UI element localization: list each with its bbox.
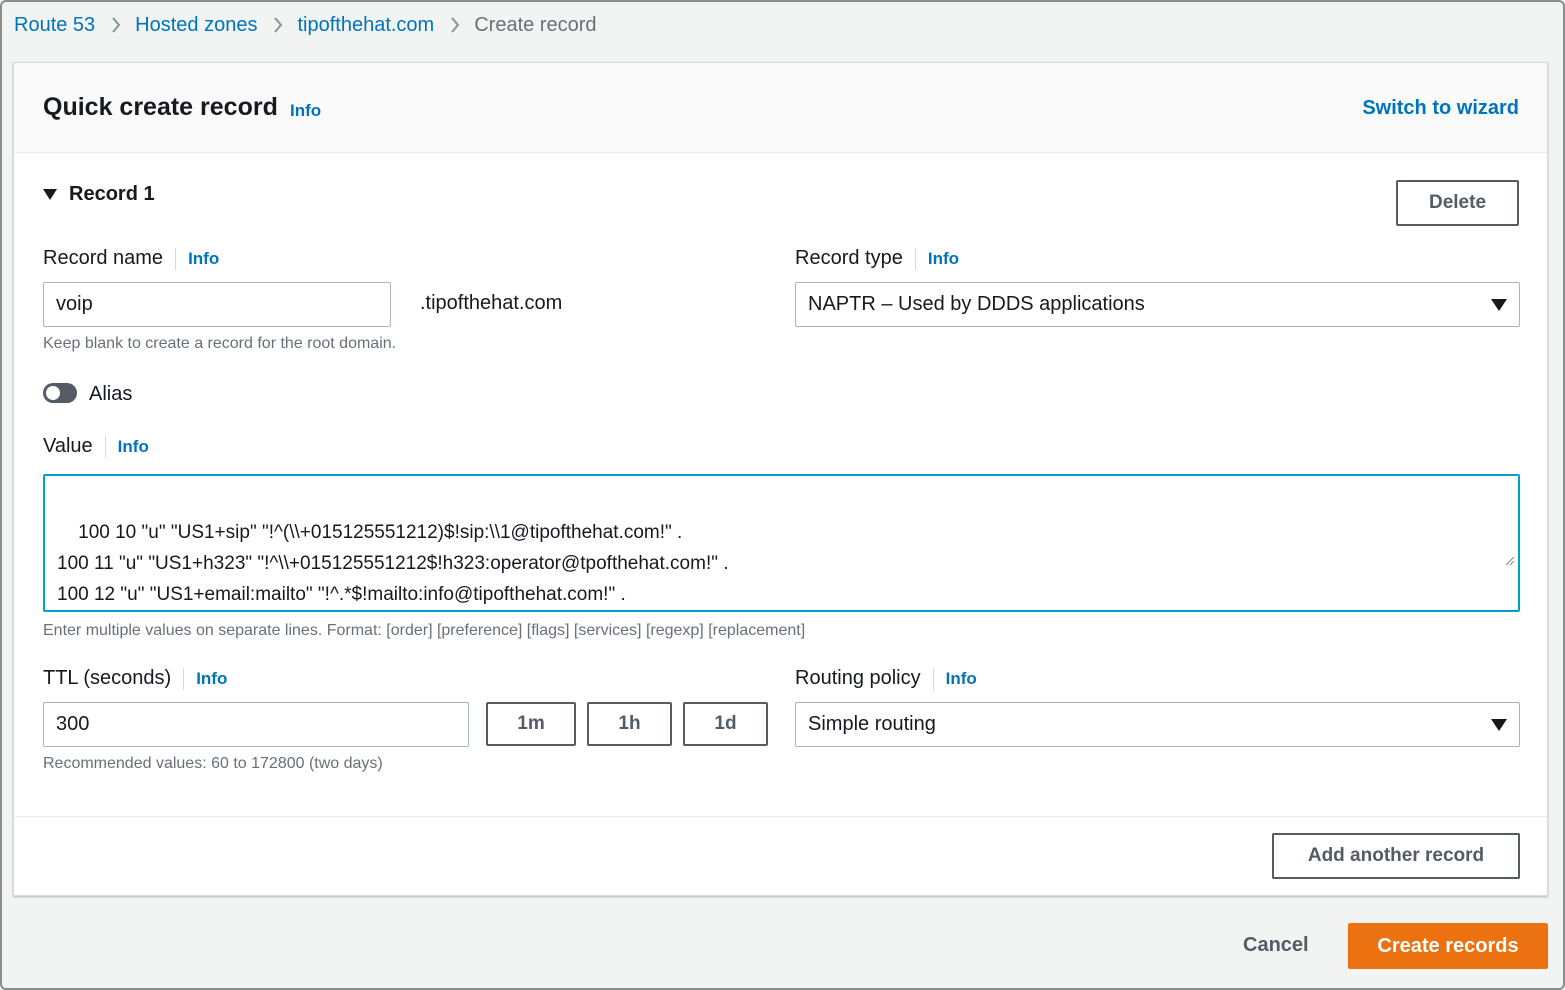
value-label-row: Value Info <box>43 435 149 458</box>
ttl-label: TTL (seconds) <box>43 667 172 689</box>
divider <box>175 247 177 270</box>
divider <box>914 247 916 270</box>
alias-label: Alias <box>89 383 133 405</box>
value-label: Value <box>43 435 93 457</box>
ttl-input[interactable]: 300 <box>43 702 469 747</box>
quick-create-card: Quick create record Info Switch to wizar… <box>13 62 1548 896</box>
record-name-label-row: Record name Info <box>43 247 219 270</box>
alias-toggle[interactable] <box>43 383 77 403</box>
routing-label: Routing policy <box>795 667 921 689</box>
ttl-1m-button[interactable]: 1m <box>486 702 576 746</box>
create-records-button[interactable]: Create records <box>1348 923 1548 969</box>
routing-info-link[interactable]: Info <box>946 669 977 689</box>
resize-grip-icon[interactable] <box>1471 514 1515 607</box>
record-name-input[interactable]: voip <box>43 282 391 327</box>
record-type-value: NAPTR – Used by DDDS applications <box>808 293 1145 315</box>
switch-to-wizard-link[interactable]: Switch to wizard <box>1362 97 1519 120</box>
record-heading: Record 1 <box>69 183 155 205</box>
record-type-label-row: Record type Info <box>795 247 959 270</box>
card-header: Quick create record Info Switch to wizar… <box>14 63 1547 153</box>
value-textarea[interactable]: 100 10 "u" "US1+sip" "!^(\\+015125551212… <box>43 474 1520 612</box>
chevron-right-icon <box>450 17 460 33</box>
record-type-info-link[interactable]: Info <box>928 249 959 269</box>
divider <box>932 667 934 690</box>
breadcrumb-current: Create record <box>474 13 597 36</box>
divider <box>14 816 1547 817</box>
routing-policy-value: Simple routing <box>808 713 936 735</box>
ttl-label-row: TTL (seconds) Info <box>43 667 227 690</box>
record-type-select[interactable]: NAPTR – Used by DDDS applications <box>795 282 1520 327</box>
delete-button[interactable]: Delete <box>1396 180 1519 226</box>
caret-down-icon <box>43 183 57 206</box>
value-text: 100 10 "u" "US1+sip" "!^(\\+015125551212… <box>57 522 729 605</box>
divider <box>104 435 106 458</box>
breadcrumb-route53[interactable]: Route 53 <box>14 14 95 37</box>
chevron-right-icon <box>111 17 121 33</box>
chevron-right-icon <box>273 17 283 33</box>
page-title: Quick create record <box>43 93 278 121</box>
cancel-button[interactable]: Cancel <box>1243 934 1309 957</box>
breadcrumb-hosted-zones[interactable]: Hosted zones <box>135 14 257 37</box>
value-info-link[interactable]: Info <box>118 437 149 457</box>
toggle-knob <box>46 386 60 400</box>
record-type-label: Record type <box>795 247 903 269</box>
domain-suffix: .tipofthehat.com <box>420 292 563 314</box>
caret-down-icon <box>1491 718 1507 731</box>
title-info-link[interactable]: Info <box>290 101 321 121</box>
routing-policy-select[interactable]: Simple routing <box>795 702 1520 747</box>
value-hint: Enter multiple values on separate lines.… <box>43 622 806 639</box>
record-name-label: Record name <box>43 247 164 269</box>
record-expander[interactable]: Record 1 <box>43 183 155 206</box>
ttl-1h-button[interactable]: 1h <box>587 702 672 746</box>
record-name-hint: Keep blank to create a record for the ro… <box>43 335 397 352</box>
divider <box>183 667 185 690</box>
record-name-info-link[interactable]: Info <box>188 249 219 269</box>
routing-label-row: Routing policy Info <box>795 667 977 690</box>
breadcrumb-zone[interactable]: tipofthehat.com <box>297 14 434 37</box>
ttl-info-link[interactable]: Info <box>196 669 227 689</box>
ttl-1d-button[interactable]: 1d <box>683 702 768 746</box>
add-another-record-button[interactable]: Add another record <box>1272 833 1520 879</box>
ttl-hint: Recommended values: 60 to 172800 (two da… <box>43 755 383 772</box>
caret-down-icon <box>1491 298 1507 311</box>
breadcrumb: Route 53 Hosted zones tipofthehat.com Cr… <box>14 10 597 40</box>
